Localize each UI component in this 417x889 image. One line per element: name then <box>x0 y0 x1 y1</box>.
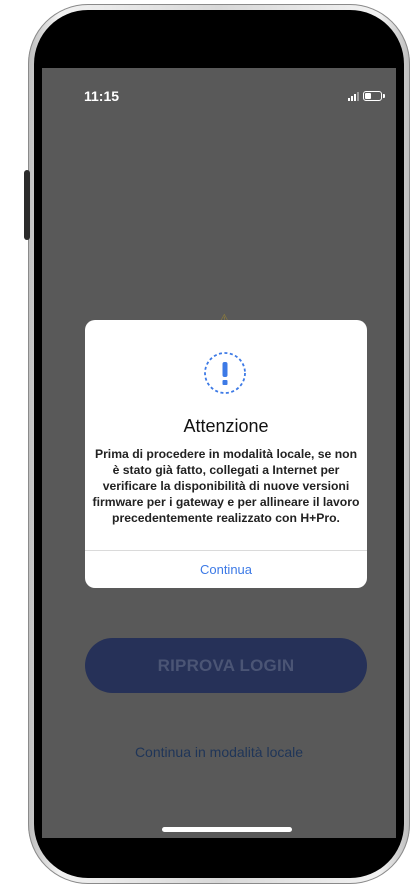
retry-login-button[interactable]: RIPROVA LOGIN <box>85 638 367 693</box>
home-indicator[interactable] <box>162 827 292 832</box>
status-icons <box>348 90 385 102</box>
signal-bars-icon <box>348 91 359 101</box>
alert-dialog: Attenzione Prima di procedere in modalit… <box>85 320 367 588</box>
status-time: 11:15 <box>84 88 120 104</box>
phone-side-button <box>24 170 30 240</box>
continue-button[interactable]: Continua <box>85 551 367 588</box>
continue-local-mode-link[interactable]: Continua in modalità locale <box>42 744 396 760</box>
dialog-title: Attenzione <box>183 416 269 436</box>
status-bar: 11:15 <box>42 68 396 118</box>
battery-icon <box>363 91 385 101</box>
app-screen: 11:15 ⚠ RIPROVA LOGIN Continua in modali… <box>42 68 396 838</box>
exclamation-circle-icon <box>204 352 246 394</box>
dialog-message: Prima di procedere in modalità locale, s… <box>92 447 360 525</box>
